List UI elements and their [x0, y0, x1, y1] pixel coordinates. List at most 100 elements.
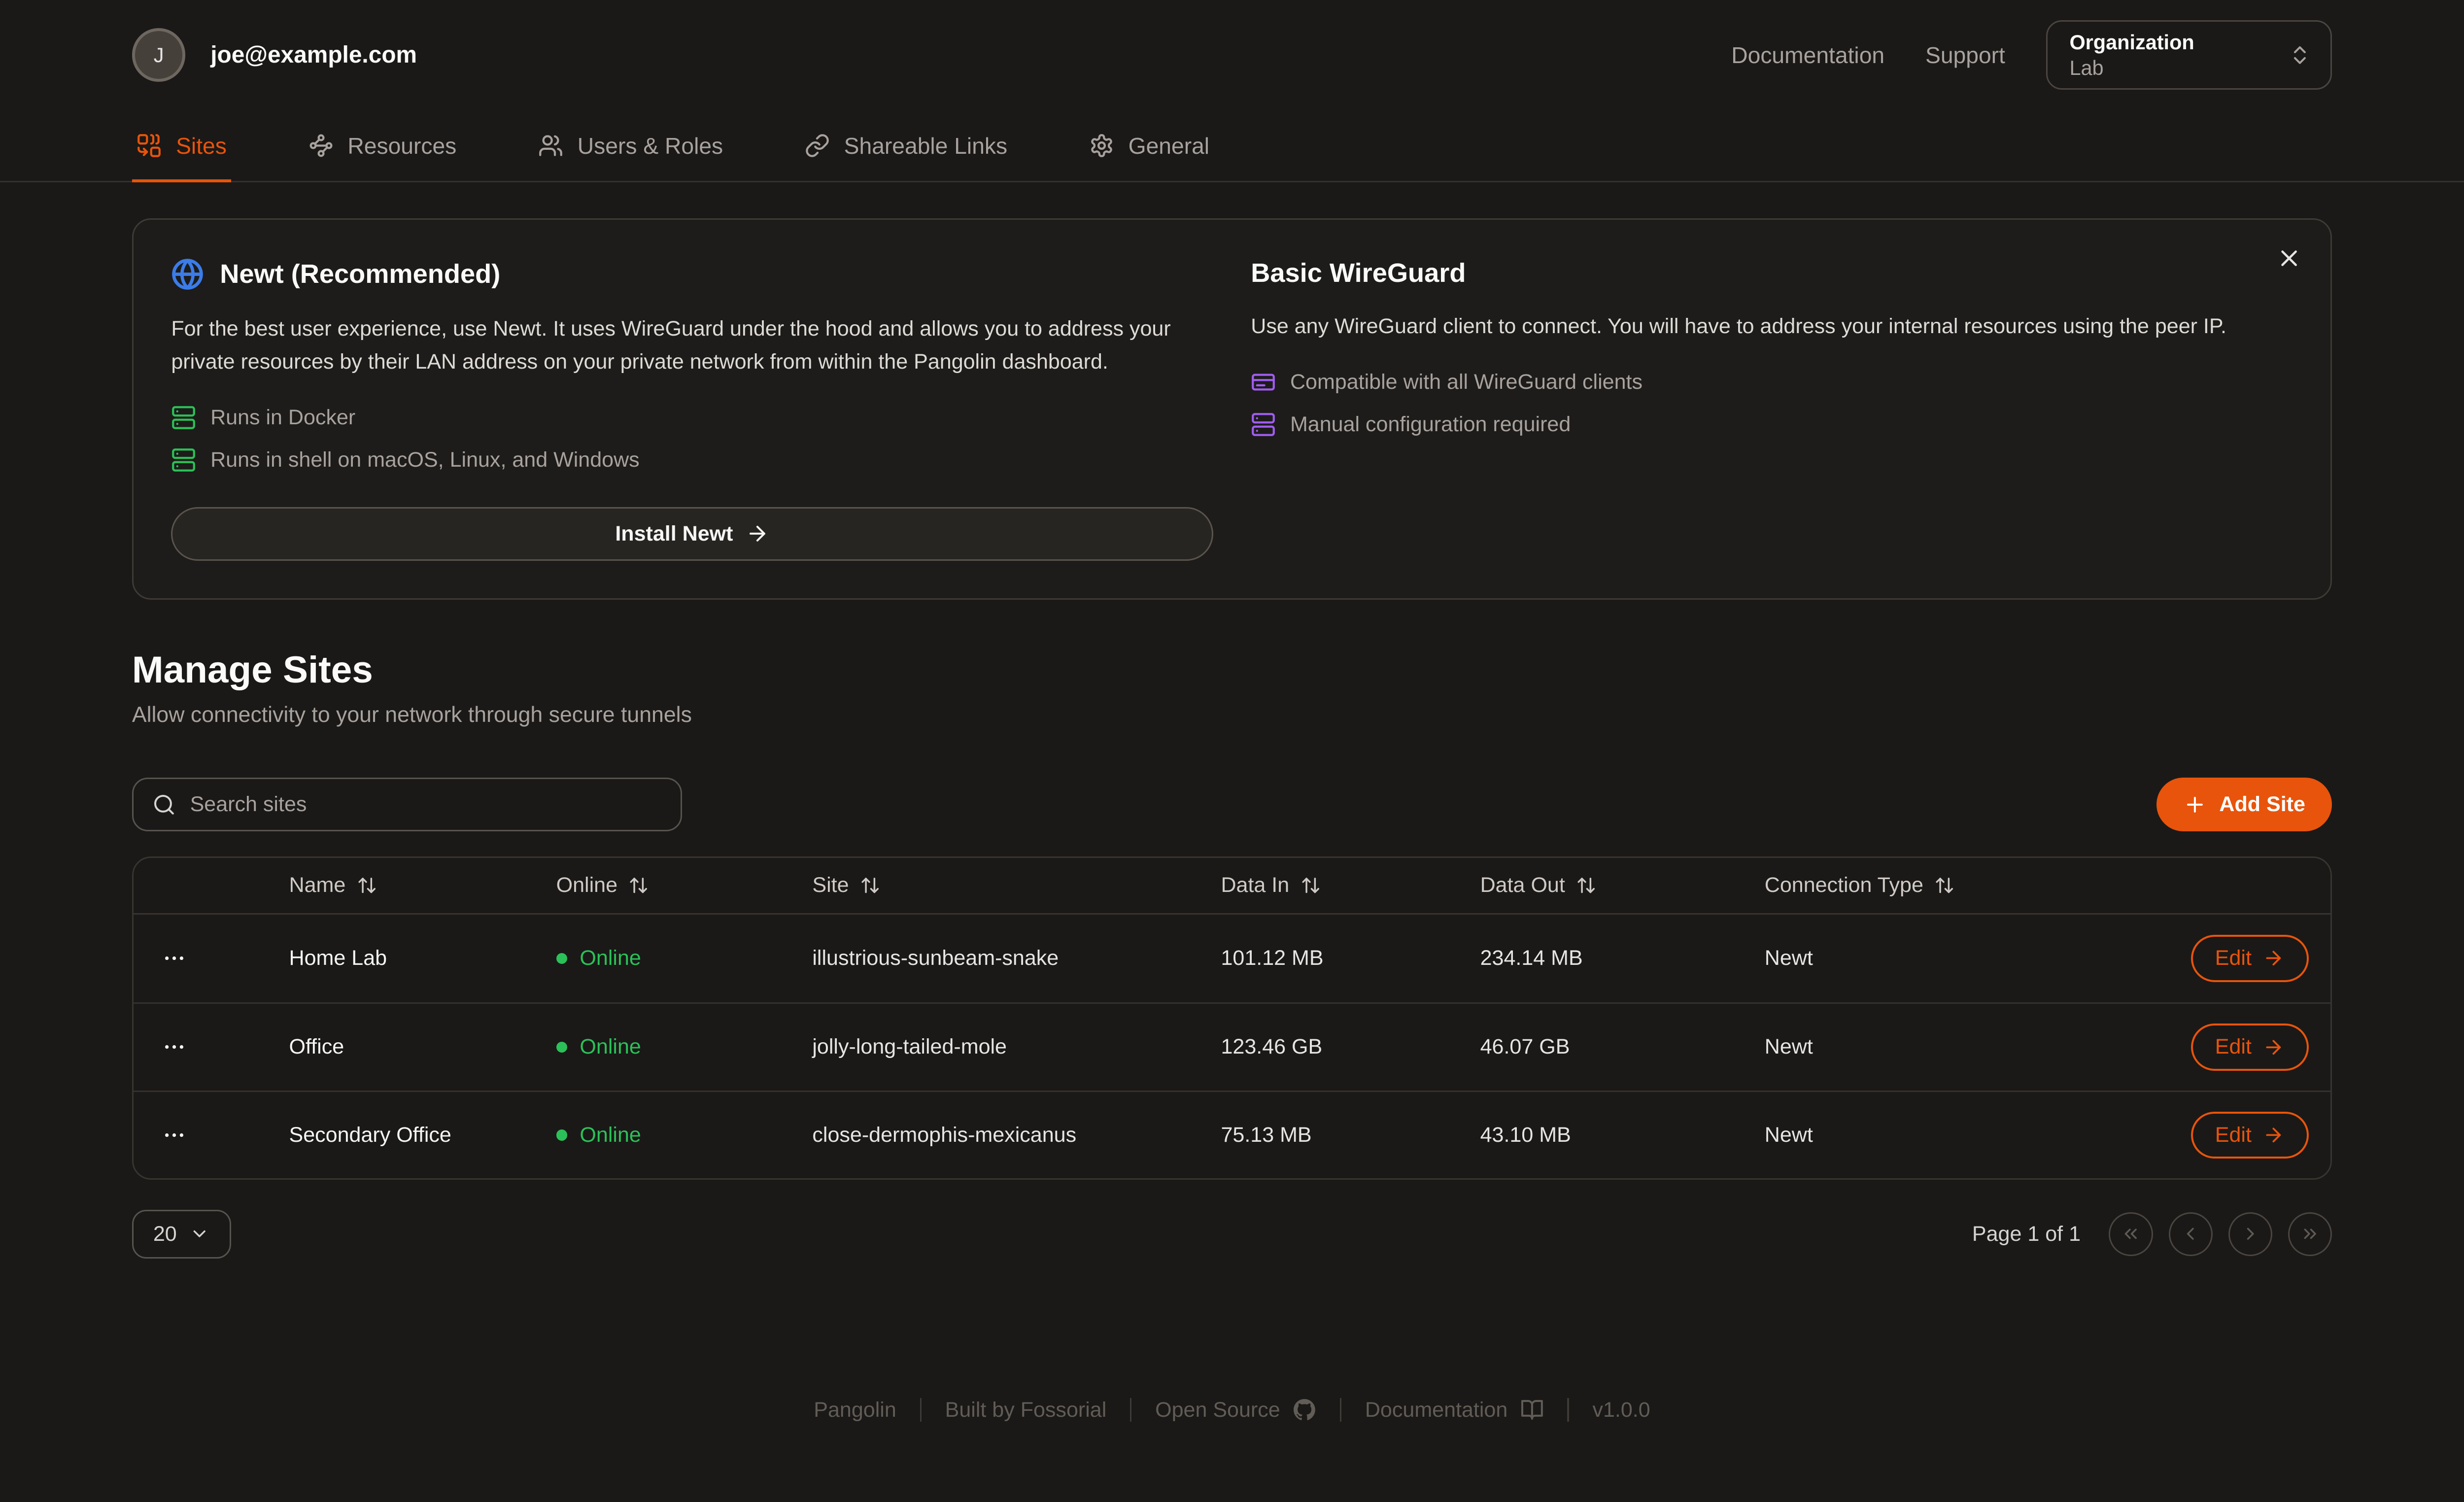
chevrons-up-down-icon	[2288, 43, 2312, 67]
feature-label: Manual configuration required	[1290, 412, 1571, 437]
feature-label: Compatible with all WireGuard clients	[1290, 370, 1643, 394]
previous-page-button[interactable]	[2169, 1212, 2213, 1256]
sort-icon	[1934, 875, 1954, 895]
tab-general[interactable]: General	[1084, 133, 1214, 182]
connection-type: Newt	[1765, 1123, 2155, 1147]
footer-divider	[1130, 1398, 1131, 1422]
data-out: 234.14 MB	[1480, 946, 1765, 970]
row-menu-icon[interactable]	[134, 1034, 289, 1059]
site-name: Secondary Office	[289, 1123, 556, 1147]
chevron-down-icon	[189, 1224, 209, 1244]
sort-icon	[860, 875, 880, 895]
row-menu-icon[interactable]	[134, 946, 289, 971]
data-in: 123.46 GB	[1221, 1035, 1480, 1059]
newt-description: For the best user experience, use Newt. …	[171, 312, 1208, 378]
globe-icon	[171, 258, 204, 291]
avatar[interactable]: J	[132, 28, 185, 81]
arrow-right-icon	[2262, 1124, 2285, 1146]
support-link[interactable]: Support	[1925, 42, 2005, 68]
column-header-name[interactable]: Name	[289, 873, 556, 897]
add-site-label: Add Site	[2219, 792, 2305, 817]
data-in: 75.13 MB	[1221, 1123, 1480, 1147]
last-page-button[interactable]	[2288, 1212, 2332, 1256]
edit-button[interactable]: Edit	[2191, 1024, 2308, 1071]
column-header-online[interactable]: Online	[556, 873, 813, 897]
tab-users-roles[interactable]: Users & Roles	[534, 133, 728, 182]
next-page-button[interactable]	[2228, 1212, 2272, 1256]
sites-icon	[137, 133, 162, 158]
online-dot	[556, 1042, 567, 1053]
install-newt-label: Install Newt	[615, 522, 733, 546]
status-badge: Online	[556, 1123, 813, 1147]
table-row: Home Lab Online illustrious-sunbeam-snak…	[134, 915, 2330, 1003]
table-row: Office Online jolly-long-tailed-mole 123…	[134, 1002, 2330, 1091]
sites-table: Name Online Site Data In Data Out Connec…	[132, 856, 2332, 1180]
install-newt-button[interactable]: Install Newt	[171, 507, 1213, 560]
sort-icon	[1576, 875, 1596, 895]
wireguard-description: Use any WireGuard client to connect. You…	[1251, 310, 2288, 343]
close-icon[interactable]	[2276, 245, 2302, 272]
user-email: joe@example.com	[210, 41, 417, 68]
online-dot	[556, 953, 567, 964]
column-header-connection-type[interactable]: Connection Type	[1765, 873, 2155, 897]
status-badge: Online	[556, 946, 813, 970]
tab-resources[interactable]: Resources	[304, 133, 461, 182]
tab-shareable-links[interactable]: Shareable Links	[800, 133, 1012, 182]
wireguard-column: Basic WireGuard Use any WireGuard client…	[1251, 258, 2293, 561]
status-badge: Online	[556, 1035, 813, 1059]
tab-label: Shareable Links	[844, 133, 1007, 159]
footer-brand: Pangolin	[814, 1398, 896, 1422]
top-header: J joe@example.com Documentation Support …	[0, 0, 2464, 110]
connection-type: Newt	[1765, 946, 2155, 970]
search-box	[132, 778, 682, 831]
documentation-link[interactable]: Documentation	[1731, 42, 1884, 68]
server-icon	[171, 405, 196, 430]
page-title: Manage Sites	[132, 649, 2332, 692]
first-page-button[interactable]	[2109, 1212, 2153, 1256]
footer: Pangolin Built by Fossorial Open Source …	[0, 1398, 2464, 1422]
sort-icon	[628, 875, 649, 895]
link-icon	[805, 133, 830, 158]
gear-icon	[1089, 133, 1114, 158]
arrow-right-icon	[746, 522, 769, 546]
column-header-data-in[interactable]: Data In	[1221, 873, 1480, 897]
row-menu-icon[interactable]	[134, 1123, 289, 1148]
page-size-value: 20	[153, 1222, 177, 1246]
book-open-icon	[1520, 1398, 1544, 1422]
footer-divider	[1567, 1398, 1569, 1422]
newt-feature: Runs in Docker	[171, 405, 1213, 430]
column-header-site[interactable]: Site	[812, 873, 1221, 897]
footer-divider	[920, 1398, 922, 1422]
tab-label: General	[1129, 133, 1209, 159]
site-id: close-dermophis-mexicanus	[812, 1123, 1221, 1147]
add-site-button[interactable]: Add Site	[2156, 778, 2332, 831]
newt-feature: Runs in shell on macOS, Linux, and Windo…	[171, 447, 1213, 473]
footer-divider	[1340, 1398, 1341, 1422]
main-nav: Sites Resources Users & Roles Shareable …	[0, 110, 2464, 182]
footer-documentation-link[interactable]: Documentation	[1365, 1398, 1544, 1422]
page-size-select[interactable]: 20	[132, 1210, 231, 1259]
organization-label: Organization	[2069, 30, 2194, 55]
search-input[interactable]	[190, 792, 662, 817]
connection-type: Newt	[1765, 1035, 2155, 1059]
tab-label: Users & Roles	[578, 133, 723, 159]
online-dot	[556, 1129, 567, 1140]
organization-selector[interactable]: Organization Lab	[2046, 20, 2332, 89]
sort-icon	[1300, 875, 1321, 895]
site-name: Office	[289, 1035, 556, 1059]
feature-label: Runs in shell on macOS, Linux, and Windo…	[210, 448, 640, 472]
column-header-data-out[interactable]: Data Out	[1480, 873, 1765, 897]
wireguard-feature: Manual configuration required	[1251, 412, 2293, 437]
site-name: Home Lab	[289, 946, 556, 970]
edit-button[interactable]: Edit	[2191, 1112, 2308, 1159]
sort-icon	[357, 875, 377, 895]
page-indicator: Page 1 of 1	[1972, 1222, 2081, 1246]
footer-built-by-link[interactable]: Built by Fossorial	[945, 1398, 1107, 1422]
footer-open-source-link[interactable]: Open Source	[1155, 1398, 1316, 1422]
sites-toolbar: Add Site	[132, 778, 2332, 831]
page-subtitle: Allow connectivity to your network throu…	[132, 703, 2332, 727]
avatar-initial: J	[154, 43, 164, 67]
tab-sites[interactable]: Sites	[132, 133, 232, 182]
plus-icon	[2183, 793, 2207, 817]
edit-button[interactable]: Edit	[2191, 935, 2308, 982]
